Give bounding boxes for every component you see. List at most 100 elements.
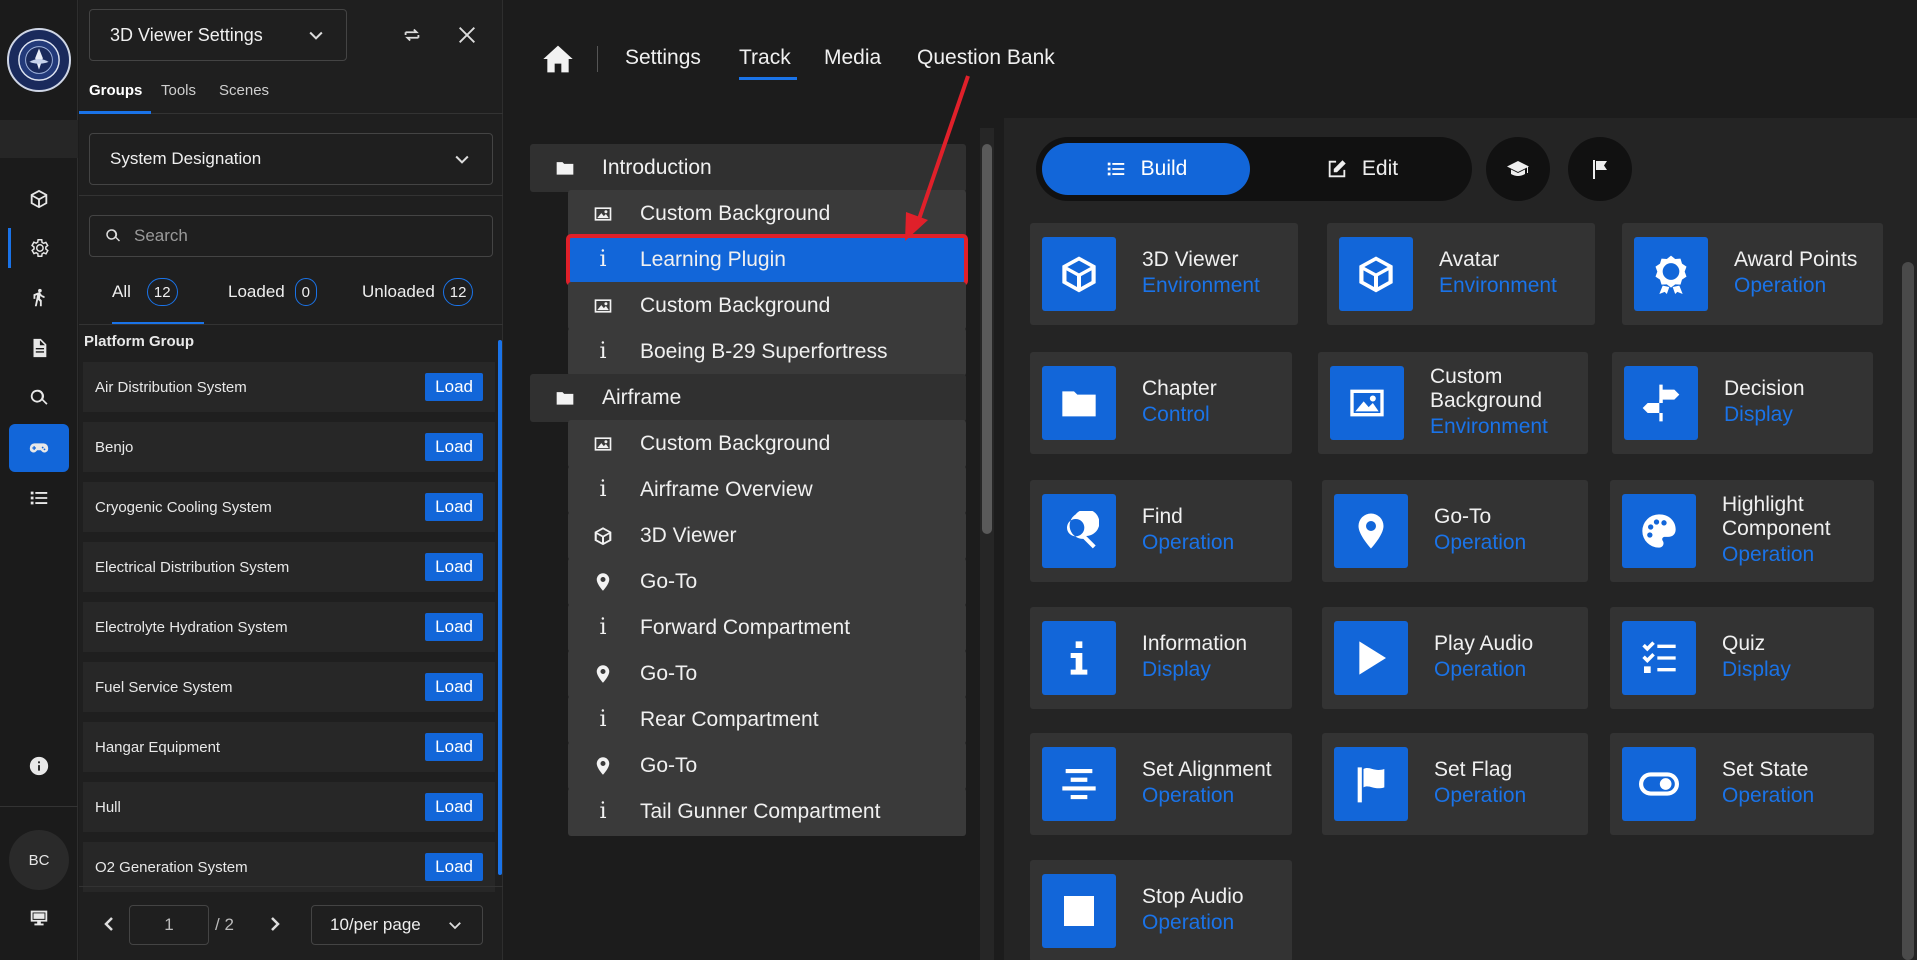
plugin-card[interactable]: Stop Audio Operation bbox=[1030, 860, 1292, 960]
tree-item[interactable]: i Boeing B-29 Superfortress bbox=[568, 328, 966, 376]
flag-button[interactable] bbox=[1568, 137, 1632, 201]
plugin-card[interactable]: Avatar Environment bbox=[1327, 223, 1595, 325]
info-icon: i bbox=[599, 707, 607, 732]
search-box[interactable] bbox=[89, 215, 493, 257]
tree-item[interactable]: Custom Background bbox=[568, 420, 966, 468]
rail-list-button[interactable] bbox=[9, 474, 69, 522]
main-area: Settings Track Media Question Bank Intro… bbox=[504, 0, 1917, 960]
load-button[interactable]: Load bbox=[425, 373, 483, 401]
load-button[interactable]: Load bbox=[425, 553, 483, 581]
system-name: Hangar Equipment bbox=[95, 738, 221, 756]
system-name: O2 Generation System bbox=[95, 858, 248, 876]
tree-item[interactable]: 3D Viewer bbox=[568, 512, 966, 560]
close-panel-button[interactable] bbox=[452, 20, 482, 50]
rail-gamepad-button[interactable] bbox=[9, 424, 69, 472]
user-avatar[interactable]: BC bbox=[9, 830, 69, 890]
tree-item[interactable]: Go-To bbox=[568, 558, 966, 606]
rail-walk-button[interactable] bbox=[9, 274, 69, 322]
plugin-card[interactable]: Set Flag Operation bbox=[1322, 733, 1588, 835]
per-page-select[interactable]: 10/per page bbox=[311, 905, 483, 945]
tree-item[interactable]: i Rear Compartment bbox=[568, 696, 966, 744]
pin-icon bbox=[592, 755, 614, 777]
plugin-card[interactable]: Set State Operation bbox=[1610, 733, 1874, 835]
info-icon bbox=[1042, 621, 1116, 695]
tab-tools[interactable]: Tools bbox=[161, 82, 196, 99]
search-icon bbox=[1042, 494, 1116, 568]
load-button[interactable]: Load bbox=[425, 793, 483, 821]
page-number-input[interactable]: 1 bbox=[129, 905, 209, 945]
plugin-card[interactable]: Go-To Operation bbox=[1322, 480, 1588, 582]
plugin-card[interactable]: Chapter Control bbox=[1030, 352, 1292, 454]
tree-item[interactable]: Custom Background bbox=[568, 282, 966, 330]
search-icon bbox=[106, 229, 120, 242]
plugin-card[interactable]: Award Points Operation bbox=[1622, 223, 1883, 325]
build-mode-button[interactable]: Build bbox=[1042, 143, 1250, 195]
tree-chapter[interactable]: Introduction bbox=[530, 144, 966, 192]
load-button[interactable]: Load bbox=[425, 433, 483, 461]
rail-3d-button[interactable] bbox=[9, 175, 69, 223]
award-icon bbox=[1634, 237, 1708, 311]
prev-page-button[interactable] bbox=[95, 909, 123, 939]
edit-mode-button[interactable]: Edit bbox=[1258, 143, 1466, 195]
tree-scrollbar[interactable] bbox=[982, 144, 992, 534]
load-button[interactable]: Load bbox=[425, 853, 483, 881]
tree-item[interactable]: Custom Background bbox=[568, 190, 966, 238]
tree-item[interactable]: Go-To bbox=[568, 650, 966, 698]
load-button[interactable]: Load bbox=[425, 493, 483, 521]
rail-settings-button[interactable] bbox=[8, 224, 69, 272]
list-scrollbar[interactable] bbox=[498, 340, 502, 875]
next-page-button[interactable] bbox=[261, 909, 289, 939]
search-input[interactable] bbox=[134, 226, 474, 246]
tree-chapter[interactable]: Airframe bbox=[530, 374, 966, 422]
panel-tabs: Groups Tools Scenes bbox=[79, 72, 503, 114]
card-text: Avatar Environment bbox=[1439, 223, 1557, 325]
graduation-cap-icon bbox=[1507, 161, 1529, 176]
tree-item[interactable]: i Tail Gunner Compartment bbox=[568, 788, 966, 836]
card-text: Award Points Operation bbox=[1734, 223, 1857, 325]
plugin-card[interactable]: Custom Background Environment bbox=[1318, 352, 1588, 454]
plugin-card[interactable]: Information Display bbox=[1030, 607, 1292, 709]
panel-selector-dropdown[interactable]: 3D Viewer Settings bbox=[89, 9, 347, 61]
plugin-card[interactable]: Play Audio Operation bbox=[1322, 607, 1588, 709]
plugin-card[interactable]: Quiz Display bbox=[1610, 607, 1874, 709]
load-button[interactable]: Load bbox=[425, 673, 483, 701]
group-select-dropdown[interactable]: System Designation bbox=[89, 133, 493, 185]
filter-all-label: All bbox=[112, 282, 131, 301]
flag-icon bbox=[1334, 747, 1408, 821]
nav-question-bank[interactable]: Question Bank bbox=[917, 46, 1055, 70]
nav-track[interactable]: Track bbox=[739, 46, 791, 70]
nav-settings[interactable]: Settings bbox=[625, 46, 701, 70]
plugin-card[interactable]: Decision Display bbox=[1612, 352, 1873, 454]
tree-item[interactable]: Go-To bbox=[568, 742, 966, 790]
training-mode-button[interactable] bbox=[1486, 137, 1550, 201]
load-button[interactable]: Load bbox=[425, 733, 483, 761]
card-title: Find bbox=[1142, 505, 1183, 528]
rail-monitor-button[interactable] bbox=[9, 894, 69, 942]
refresh-button[interactable] bbox=[397, 20, 427, 50]
card-title: Play Audio bbox=[1434, 632, 1534, 655]
rail-document-button[interactable] bbox=[9, 324, 69, 372]
plugin-card[interactable]: Set Alignment Operation bbox=[1030, 733, 1292, 835]
plugin-card[interactable]: Find Operation bbox=[1030, 480, 1292, 582]
load-button[interactable]: Load bbox=[425, 613, 483, 641]
nav-media[interactable]: Media bbox=[824, 46, 881, 70]
tab-scenes[interactable]: Scenes bbox=[219, 82, 269, 99]
rail-info-button[interactable] bbox=[9, 742, 69, 790]
filter-loaded[interactable]: Loaded 0 bbox=[228, 276, 317, 308]
play-icon bbox=[1334, 621, 1408, 695]
card-text: Find Operation bbox=[1142, 480, 1234, 582]
plugin-card[interactable]: 3D Viewer Environment bbox=[1030, 223, 1298, 325]
tree-item-label: Learning Plugin bbox=[640, 248, 786, 271]
tree-item[interactable]: i Forward Compartment bbox=[568, 604, 966, 652]
tree-item[interactable]: i Airframe Overview bbox=[568, 466, 966, 514]
tab-groups[interactable]: Groups bbox=[89, 82, 142, 99]
rail-search-button[interactable] bbox=[9, 374, 69, 422]
group-title: Platform Group bbox=[84, 333, 195, 350]
tree-item[interactable]: i Learning Plugin bbox=[566, 234, 968, 286]
home-button[interactable] bbox=[542, 44, 576, 76]
chevron-down-icon bbox=[455, 155, 469, 164]
filter-unloaded[interactable]: Unloaded 12 bbox=[362, 276, 474, 308]
palette-scrollbar[interactable] bbox=[1902, 262, 1914, 960]
plugin-card[interactable]: Highlight Component Operation bbox=[1610, 480, 1874, 582]
filter-all[interactable]: All 12 bbox=[112, 276, 178, 308]
